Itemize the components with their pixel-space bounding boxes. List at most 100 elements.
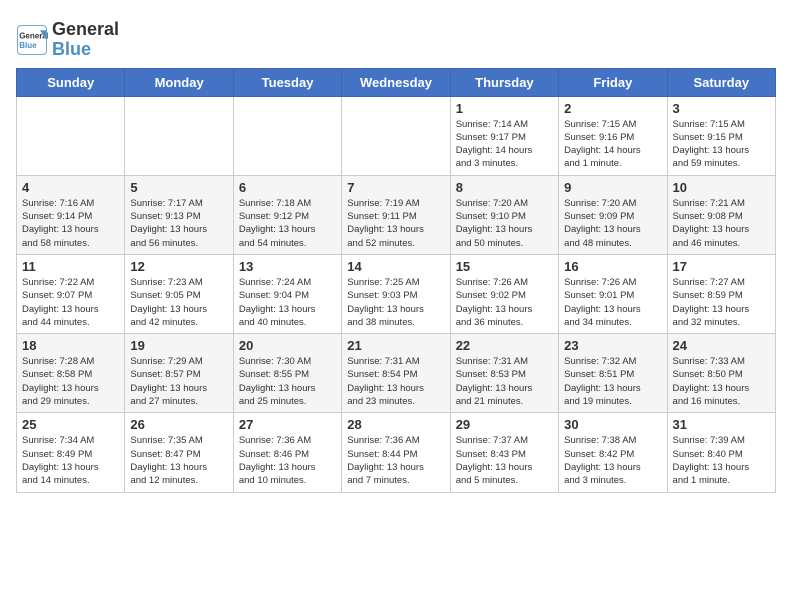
calendar-cell: 16Sunrise: 7:26 AM Sunset: 9:01 PM Dayli…	[559, 254, 667, 333]
calendar-cell	[125, 96, 233, 175]
calendar-cell: 28 Sunrise: 7:36 AM Sunset: 8:44 PM Dayli…	[342, 413, 450, 492]
day-info: Sunrise: 7:15 AM Sunset: 9:16 PM Dayligh…	[564, 118, 661, 171]
day-info: Sunrise: 7:15 AM Sunset: 9:15 PM Dayligh…	[673, 118, 770, 171]
calendar-cell: 2 Sunrise: 7:15 AM Sunset: 9:16 PM Daylig…	[559, 96, 667, 175]
calendar-cell: 5Sunrise: 7:17 AM Sunset: 9:13 PM Daylig…	[125, 175, 233, 254]
calendar-cell: 9 Sunrise: 7:20 AM Sunset: 9:09 PM Daylig…	[559, 175, 667, 254]
day-info: Sunrise: 7:37 AM Sunset: 8:43 PM Dayligh…	[456, 434, 553, 487]
calendar-cell	[233, 96, 341, 175]
day-info: Sunrise: 7:23 AM Sunset: 9:05 PM Dayligh…	[130, 276, 227, 329]
calendar-week-row: 1Sunrise: 7:14 AM Sunset: 9:17 PM Daylig…	[17, 96, 776, 175]
logo-text: GeneralBlue	[52, 20, 119, 60]
day-info: Sunrise: 7:25 AM Sunset: 9:03 PM Dayligh…	[347, 276, 444, 329]
day-number: 23	[564, 338, 661, 353]
calendar-cell: 6Sunrise: 7:18 AM Sunset: 9:12 PM Daylig…	[233, 175, 341, 254]
logo-icon: General Blue	[16, 24, 48, 56]
day-number: 29	[456, 417, 553, 432]
calendar-cell: 29 Sunrise: 7:37 AM Sunset: 8:43 PM Dayli…	[450, 413, 558, 492]
day-of-week-header: Wednesday	[342, 68, 450, 96]
calendar-week-row: 11 Sunrise: 7:22 AM Sunset: 9:07 PM Dayli…	[17, 254, 776, 333]
calendar-cell: 17 Sunrise: 7:27 AM Sunset: 8:59 PM Dayli…	[667, 254, 775, 333]
calendar-week-row: 25 Sunrise: 7:34 AM Sunset: 8:49 PM Dayli…	[17, 413, 776, 492]
day-number: 14	[347, 259, 444, 274]
calendar-cell: 12 Sunrise: 7:23 AM Sunset: 9:05 PM Dayli…	[125, 254, 233, 333]
day-info: Sunrise: 7:18 AM Sunset: 9:12 PM Dayligh…	[239, 197, 336, 250]
day-of-week-header: Sunday	[17, 68, 125, 96]
calendar-cell: 21Sunrise: 7:31 AM Sunset: 8:54 PM Dayli…	[342, 334, 450, 413]
day-number: 2	[564, 101, 661, 116]
day-number: 13	[239, 259, 336, 274]
day-info: Sunrise: 7:39 AM Sunset: 8:40 PM Dayligh…	[673, 434, 770, 487]
day-number: 4	[22, 180, 119, 195]
calendar-cell: 7 Sunrise: 7:19 AM Sunset: 9:11 PM Daylig…	[342, 175, 450, 254]
day-number: 26	[130, 417, 227, 432]
day-of-week-header: Monday	[125, 68, 233, 96]
logo: General Blue GeneralBlue	[16, 20, 119, 60]
calendar-cell: 18 Sunrise: 7:28 AM Sunset: 8:58 PM Dayli…	[17, 334, 125, 413]
day-number: 27	[239, 417, 336, 432]
calendar-cell: 4Sunrise: 7:16 AM Sunset: 9:14 PM Daylig…	[17, 175, 125, 254]
svg-text:Blue: Blue	[19, 41, 37, 50]
day-info: Sunrise: 7:27 AM Sunset: 8:59 PM Dayligh…	[673, 276, 770, 329]
day-info: Sunrise: 7:26 AM Sunset: 9:02 PM Dayligh…	[456, 276, 553, 329]
day-number: 25	[22, 417, 119, 432]
day-number: 31	[673, 417, 770, 432]
day-info: Sunrise: 7:14 AM Sunset: 9:17 PM Dayligh…	[456, 118, 553, 171]
calendar-cell	[342, 96, 450, 175]
day-number: 24	[673, 338, 770, 353]
day-number: 12	[130, 259, 227, 274]
day-info: Sunrise: 7:19 AM Sunset: 9:11 PM Dayligh…	[347, 197, 444, 250]
day-info: Sunrise: 7:29 AM Sunset: 8:57 PM Dayligh…	[130, 355, 227, 408]
day-number: 9	[564, 180, 661, 195]
day-info: Sunrise: 7:31 AM Sunset: 8:54 PM Dayligh…	[347, 355, 444, 408]
day-info: Sunrise: 7:28 AM Sunset: 8:58 PM Dayligh…	[22, 355, 119, 408]
calendar-cell: 31 Sunrise: 7:39 AM Sunset: 8:40 PM Dayli…	[667, 413, 775, 492]
calendar-cell: 15 Sunrise: 7:26 AM Sunset: 9:02 PM Dayli…	[450, 254, 558, 333]
day-of-week-header: Friday	[559, 68, 667, 96]
day-info: Sunrise: 7:36 AM Sunset: 8:46 PM Dayligh…	[239, 434, 336, 487]
day-info: Sunrise: 7:22 AM Sunset: 9:07 PM Dayligh…	[22, 276, 119, 329]
day-info: Sunrise: 7:21 AM Sunset: 9:08 PM Dayligh…	[673, 197, 770, 250]
day-number: 18	[22, 338, 119, 353]
calendar-body: 1Sunrise: 7:14 AM Sunset: 9:17 PM Daylig…	[17, 96, 776, 492]
day-info: Sunrise: 7:20 AM Sunset: 9:09 PM Dayligh…	[564, 197, 661, 250]
calendar-cell: 30Sunrise: 7:38 AM Sunset: 8:42 PM Dayli…	[559, 413, 667, 492]
day-number: 19	[130, 338, 227, 353]
calendar-cell: 19 Sunrise: 7:29 AM Sunset: 8:57 PM Dayli…	[125, 334, 233, 413]
day-info: Sunrise: 7:35 AM Sunset: 8:47 PM Dayligh…	[130, 434, 227, 487]
day-number: 10	[673, 180, 770, 195]
day-of-week-header: Tuesday	[233, 68, 341, 96]
day-number: 8	[456, 180, 553, 195]
day-of-week-header: Saturday	[667, 68, 775, 96]
calendar-cell: 24 Sunrise: 7:33 AM Sunset: 8:50 PM Dayli…	[667, 334, 775, 413]
calendar-header: SundayMondayTuesdayWednesdayThursdayFrid…	[17, 68, 776, 96]
day-number: 7	[347, 180, 444, 195]
calendar-cell: 26 Sunrise: 7:35 AM Sunset: 8:47 PM Dayli…	[125, 413, 233, 492]
calendar-cell: 20Sunrise: 7:30 AM Sunset: 8:55 PM Dayli…	[233, 334, 341, 413]
calendar-cell: 13 Sunrise: 7:24 AM Sunset: 9:04 PM Dayli…	[233, 254, 341, 333]
calendar-cell: 10 Sunrise: 7:21 AM Sunset: 9:08 PM Dayli…	[667, 175, 775, 254]
calendar-cell: 1Sunrise: 7:14 AM Sunset: 9:17 PM Daylig…	[450, 96, 558, 175]
calendar-table: SundayMondayTuesdayWednesdayThursdayFrid…	[16, 68, 776, 493]
logo-blue-text: Blue	[52, 39, 91, 59]
day-info: Sunrise: 7:24 AM Sunset: 9:04 PM Dayligh…	[239, 276, 336, 329]
day-number: 16	[564, 259, 661, 274]
day-info: Sunrise: 7:31 AM Sunset: 8:53 PM Dayligh…	[456, 355, 553, 408]
day-number: 3	[673, 101, 770, 116]
day-number: 5	[130, 180, 227, 195]
calendar-week-row: 18 Sunrise: 7:28 AM Sunset: 8:58 PM Dayli…	[17, 334, 776, 413]
calendar-cell: 23Sunrise: 7:32 AM Sunset: 8:51 PM Dayli…	[559, 334, 667, 413]
calendar-cell: 8 Sunrise: 7:20 AM Sunset: 9:10 PM Daylig…	[450, 175, 558, 254]
day-number: 28	[347, 417, 444, 432]
day-info: Sunrise: 7:20 AM Sunset: 9:10 PM Dayligh…	[456, 197, 553, 250]
day-info: Sunrise: 7:36 AM Sunset: 8:44 PM Dayligh…	[347, 434, 444, 487]
day-number: 17	[673, 259, 770, 274]
day-info: Sunrise: 7:33 AM Sunset: 8:50 PM Dayligh…	[673, 355, 770, 408]
day-number: 11	[22, 259, 119, 274]
days-of-week-row: SundayMondayTuesdayWednesdayThursdayFrid…	[17, 68, 776, 96]
calendar-cell: 3 Sunrise: 7:15 AM Sunset: 9:15 PM Daylig…	[667, 96, 775, 175]
day-info: Sunrise: 7:34 AM Sunset: 8:49 PM Dayligh…	[22, 434, 119, 487]
calendar-week-row: 4Sunrise: 7:16 AM Sunset: 9:14 PM Daylig…	[17, 175, 776, 254]
day-number: 15	[456, 259, 553, 274]
calendar-cell: 14 Sunrise: 7:25 AM Sunset: 9:03 PM Dayli…	[342, 254, 450, 333]
